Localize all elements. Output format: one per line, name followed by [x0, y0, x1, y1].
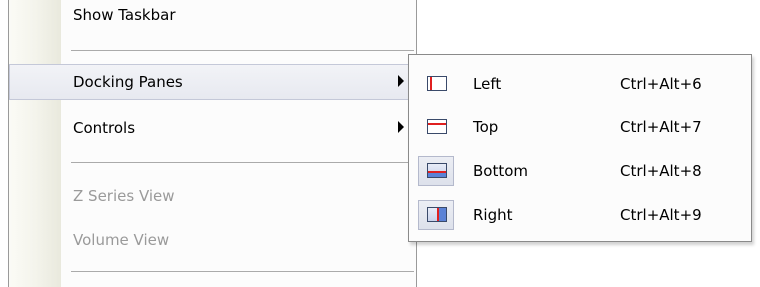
submenu-item-label: Left — [473, 75, 502, 93]
menu-item-label: Show Taskbar — [73, 6, 176, 24]
menu-item-volume-view: Volume View — [9, 222, 416, 258]
keyboard-shortcut: Ctrl+Alt+8 — [620, 162, 702, 180]
submenu-item-bottom[interactable]: Bottom Ctrl+Alt+8 — [412, 151, 750, 191]
docking-panes-submenu: Left Ctrl+Alt+6 Top Ctrl+Alt+7 Bottom Ct… — [408, 54, 752, 242]
menu-item-controls[interactable]: Controls — [9, 110, 416, 146]
dock-bottom-icon — [427, 163, 447, 178]
icon-frame — [418, 69, 454, 99]
menu-item-z-series-view: Z Series View — [9, 178, 416, 214]
menu-item-label: Controls — [73, 119, 136, 137]
submenu-item-left[interactable]: Left Ctrl+Alt+6 — [412, 64, 750, 104]
submenu-arrow-icon — [398, 75, 404, 87]
keyboard-shortcut: Ctrl+Alt+7 — [620, 118, 702, 136]
submenu-item-label: Top — [473, 118, 499, 136]
submenu-item-top[interactable]: Top Ctrl+Alt+7 — [412, 107, 750, 147]
dock-top-icon — [427, 119, 447, 134]
icon-frame — [418, 112, 454, 142]
menu-item-label: Docking Panes — [73, 73, 183, 91]
menu-separator — [71, 271, 414, 272]
submenu-arrow-icon — [398, 121, 404, 133]
menu-item-label: Volume View — [73, 231, 170, 249]
keyboard-shortcut: Ctrl+Alt+6 — [620, 75, 702, 93]
icon-frame-checked — [418, 156, 454, 186]
submenu-item-label: Bottom — [473, 162, 529, 180]
icon-frame-checked — [418, 200, 454, 230]
menu-item-label: Z Series View — [73, 187, 175, 205]
dock-right-icon — [427, 207, 447, 222]
submenu-item-right[interactable]: Right Ctrl+Alt+9 — [412, 195, 750, 235]
dock-left-icon — [427, 76, 447, 91]
menu-separator — [71, 162, 414, 163]
menu-item-docking-panes[interactable]: Docking Panes — [9, 64, 416, 100]
context-menu: Show Taskbar Docking Panes Controls Z Se… — [8, 0, 417, 287]
menu-separator — [71, 50, 414, 51]
keyboard-shortcut: Ctrl+Alt+9 — [620, 206, 702, 224]
submenu-item-label: Right — [473, 206, 513, 224]
menu-item-show-taskbar[interactable]: Show Taskbar — [9, 0, 416, 36]
